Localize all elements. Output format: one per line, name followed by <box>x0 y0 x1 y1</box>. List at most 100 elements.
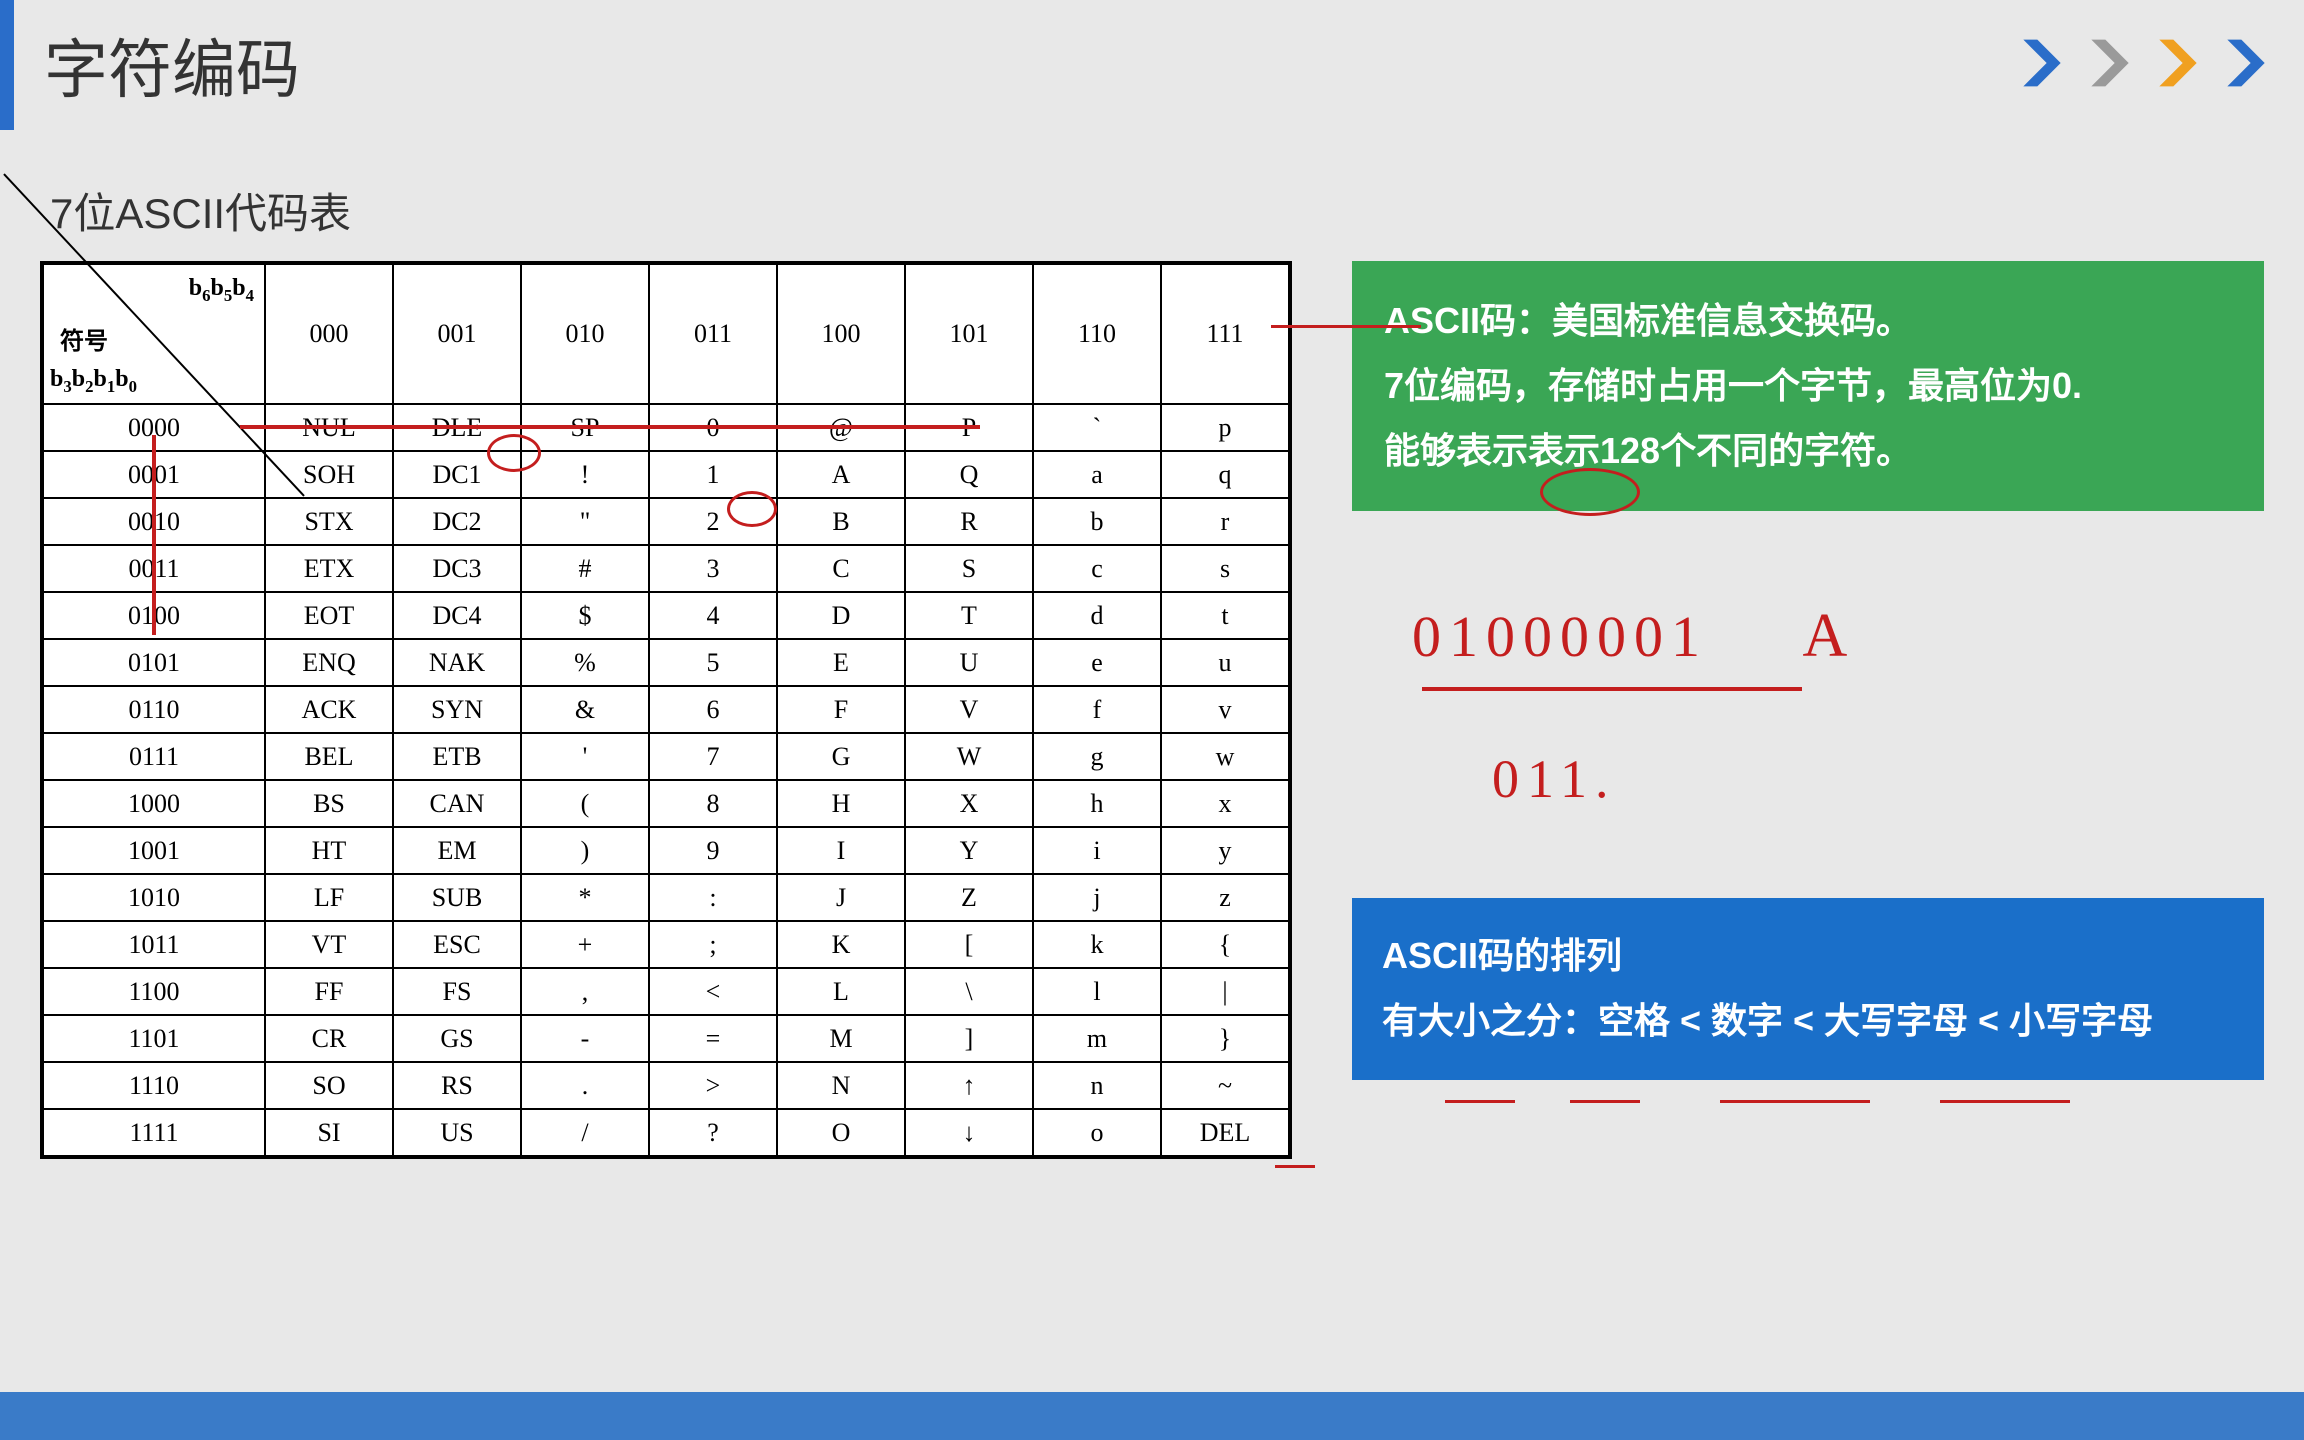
corner-top-label: b6b5b4 <box>189 275 254 306</box>
green-line2: 7位编码，存储时占用一个字节，最高位为0. <box>1384 354 2232 419</box>
table-cell: ] <box>905 1015 1033 1062</box>
info-box-blue: ASCII码的排列 有大小之分：空格 < 数字 < 大写字母 < 小写字母 <box>1352 898 2264 1080</box>
table-cell: @ <box>777 404 905 451</box>
table-cell: r <box>1161 498 1289 545</box>
table-cell: SO <box>265 1062 393 1109</box>
table-cell: f <box>1033 686 1161 733</box>
col-header: 000 <box>265 264 393 404</box>
table-cell: & <box>521 686 649 733</box>
table-cell: NAK <box>393 639 521 686</box>
table-cell: e <box>1033 639 1161 686</box>
table-cell: a <box>1033 451 1161 498</box>
chevron-icon <box>2150 35 2206 91</box>
table-cell: ) <box>521 827 649 874</box>
table-row: 1010LFSUB*:JZjz <box>43 874 1289 921</box>
table-cell: ` <box>1033 404 1161 451</box>
table-cell: HT <box>265 827 393 874</box>
table-cell: 4 <box>649 592 777 639</box>
table-cell: j <box>1033 874 1161 921</box>
table-cell: Q <box>905 451 1033 498</box>
table-cell: Y <box>905 827 1033 874</box>
table-cell: n <box>1033 1062 1161 1109</box>
table-cell: NUL <box>265 404 393 451</box>
row-header: 0110 <box>43 686 265 733</box>
header-bar: 字符编码 <box>0 0 2304 130</box>
table-cell: BEL <box>265 733 393 780</box>
table-cell: ENQ <box>265 639 393 686</box>
table-row: 0001SOHDC1!1AQaq <box>43 451 1289 498</box>
table-cell: t <box>1161 592 1289 639</box>
col-header: 010 <box>521 264 649 404</box>
table-cell: > <box>649 1062 777 1109</box>
table-row: 1100FFFS,<L\l| <box>43 968 1289 1015</box>
table-cell: ↑ <box>905 1062 1033 1109</box>
col-header: 110 <box>1033 264 1161 404</box>
handwritten-bits: 01000001 <box>1412 604 1708 669</box>
table-cell: ETX <box>265 545 393 592</box>
table-cell: # <box>521 545 649 592</box>
table-cell: H <box>777 780 905 827</box>
table-cell: % <box>521 639 649 686</box>
table-cell: D <box>777 592 905 639</box>
table-cell: J <box>777 874 905 921</box>
table-row: 1101CRGS-=M]m} <box>43 1015 1289 1062</box>
footer-bar <box>0 1392 2304 1440</box>
table-cell: Z <box>905 874 1033 921</box>
table-cell: = <box>649 1015 777 1062</box>
table-cell: ? <box>649 1109 777 1156</box>
table-cell: G <box>777 733 905 780</box>
table-cell: DC3 <box>393 545 521 592</box>
handwritten-notes: 01000001 A 011. <box>1352 541 2264 868</box>
col-header: 100 <box>777 264 905 404</box>
table-cell: O <box>777 1109 905 1156</box>
row-header: 0010 <box>43 498 265 545</box>
row-header: 1010 <box>43 874 265 921</box>
table-cell: l <box>1033 968 1161 1015</box>
table-row: 0000NULDLESP0@P`p <box>43 404 1289 451</box>
table-cell: " <box>521 498 649 545</box>
ascii-table: b6b5b4 符号 b3b2b1b0 000 001 010 011 100 1… <box>42 263 1290 1157</box>
col-header: 111 <box>1161 264 1289 404</box>
table-cell: . <box>521 1062 649 1109</box>
table-cell: s <box>1161 545 1289 592</box>
table-cell: C <box>777 545 905 592</box>
col-header: 101 <box>905 264 1033 404</box>
table-row: 0110ACKSYN&6FVfv <box>43 686 1289 733</box>
table-cell: LF <box>265 874 393 921</box>
green-line1: ASCII码：美国标准信息交换码。 <box>1384 289 2232 354</box>
table-cell: DC2 <box>393 498 521 545</box>
table-cell: F <box>777 686 905 733</box>
table-row: 1000BSCAN(8HXhx <box>43 780 1289 827</box>
page-title: 字符编码 <box>44 19 300 111</box>
table-row: 0111BELETB'7GWgw <box>43 733 1289 780</box>
content-area: b6b5b4 符号 b3b2b1b0 000 001 010 011 100 1… <box>0 261 2304 1159</box>
table-row: 1001HTEM)9IYiy <box>43 827 1289 874</box>
table-cell: w <box>1161 733 1289 780</box>
green-line3: 能够表示表示128个不同的字符。 <box>1384 419 2232 484</box>
chevron-group <box>2014 35 2274 91</box>
table-cell: B <box>777 498 905 545</box>
table-cell: EM <box>393 827 521 874</box>
table-cell: W <box>905 733 1033 780</box>
table-cell: DLE <box>393 404 521 451</box>
table-cell: ~ <box>1161 1062 1289 1109</box>
table-cell: DC1 <box>393 451 521 498</box>
table-row: 0101ENQNAK%5EUeu <box>43 639 1289 686</box>
table-cell: i <box>1033 827 1161 874</box>
right-panel: ASCII码：美国标准信息交换码。 7位编码，存储时占用一个字节，最高位为0. … <box>1352 261 2274 1159</box>
table-cell: T <box>905 592 1033 639</box>
table-cell: ESC <box>393 921 521 968</box>
table-cell: ACK <box>265 686 393 733</box>
row-header: 1011 <box>43 921 265 968</box>
section-subtitle: 7位ASCII代码表 <box>50 180 2304 241</box>
table-cell: FS <box>393 968 521 1015</box>
table-cell: $ <box>521 592 649 639</box>
table-cell: L <box>777 968 905 1015</box>
row-header: 0001 <box>43 451 265 498</box>
chevron-icon <box>2218 35 2274 91</box>
table-cell: RS <box>393 1062 521 1109</box>
table-cell: DEL <box>1161 1109 1289 1156</box>
row-header: 1000 <box>43 780 265 827</box>
table-row: 1011VTESC+;K[k{ <box>43 921 1289 968</box>
table-cell: b <box>1033 498 1161 545</box>
